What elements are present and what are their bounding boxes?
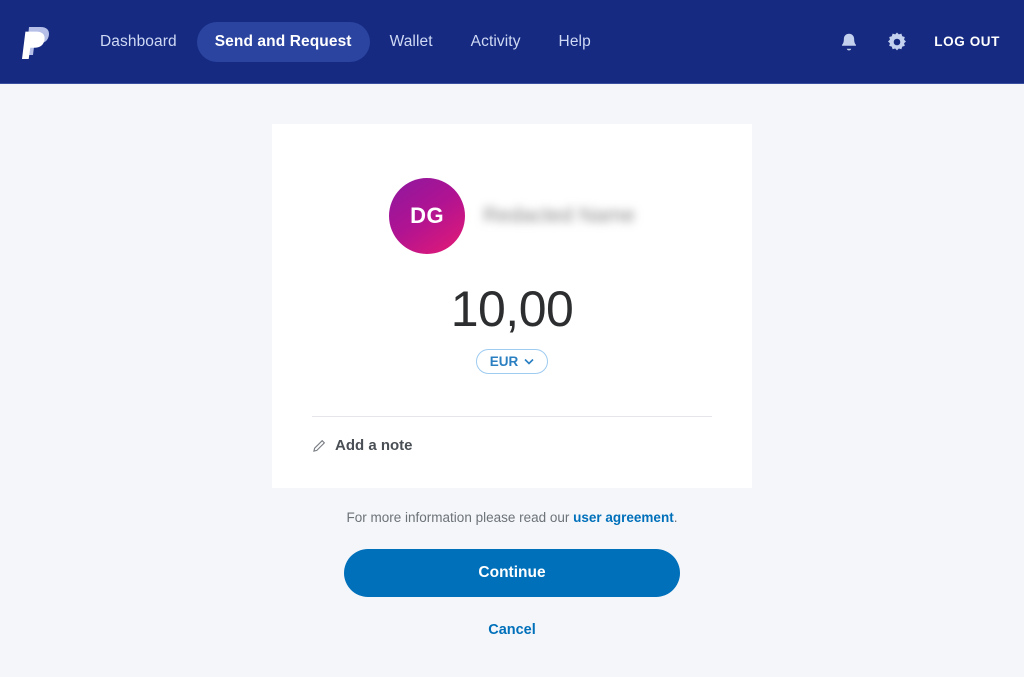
logout-button[interactable]: LOG OUT (934, 34, 1000, 49)
amount-value[interactable]: 10,00 (312, 282, 712, 337)
currency-selector[interactable]: EUR (475, 349, 549, 374)
nav-item-wallet[interactable]: Wallet (372, 22, 451, 62)
card-divider (312, 416, 712, 417)
top-navigation-bar: Dashboard Send and Request Wallet Activi… (0, 0, 1024, 84)
cancel-button[interactable]: Cancel (488, 622, 536, 638)
nav-item-help[interactable]: Help (541, 22, 609, 62)
chevron-down-icon (524, 358, 534, 365)
avatar: DG (389, 178, 466, 254)
main-content: DG Redacted Name 10,00 EUR Add a note Fo… (0, 84, 1024, 677)
currency-label: EUR (489, 354, 519, 369)
paypal-logo-icon[interactable] (22, 22, 56, 62)
add-note-label: Add a note (335, 437, 413, 454)
main-nav: Dashboard Send and Request Wallet Activi… (82, 21, 609, 62)
legal-suffix: . (673, 510, 678, 525)
legal-prefix: For more information please read our (346, 510, 574, 525)
gear-icon[interactable] (886, 31, 908, 53)
nav-item-activity[interactable]: Activity (453, 22, 539, 62)
pencil-icon (313, 439, 326, 452)
nav-item-dashboard[interactable]: Dashboard (82, 22, 195, 62)
continue-button[interactable]: Continue (344, 549, 680, 597)
header-actions: LOG OUT (838, 31, 1000, 53)
add-note-button[interactable]: Add a note (312, 437, 712, 454)
user-agreement-link[interactable]: user agreement (573, 510, 674, 525)
recipient-row: DG Redacted Name (312, 178, 712, 254)
nav-item-send-and-request[interactable]: Send and Request (196, 21, 370, 62)
legal-text: For more information please read our use… (347, 510, 678, 525)
recipient-name: Redacted Name (483, 204, 635, 227)
currency-row: EUR (312, 349, 712, 374)
bell-icon[interactable] (838, 31, 860, 53)
send-money-card: DG Redacted Name 10,00 EUR Add a note (272, 124, 752, 488)
